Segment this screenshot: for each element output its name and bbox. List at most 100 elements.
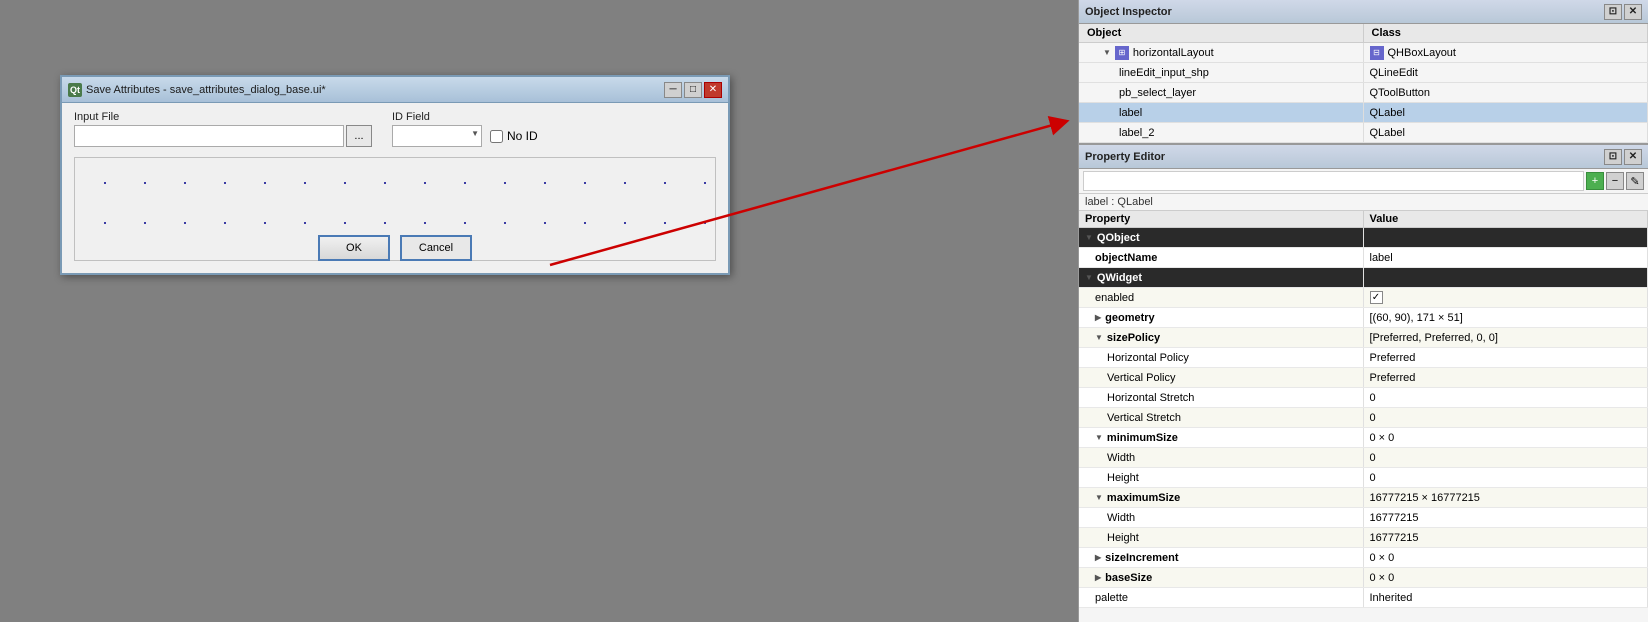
prop-row-maxwidth: Width 16777215 (1079, 508, 1648, 528)
inspector-class-cell: ⊟ QHBoxLayout (1364, 43, 1648, 62)
prop-enabled-value[interactable]: ✓ (1364, 288, 1648, 307)
prop-row-geometry: ▶ geometry [(60, 90), 171 × 51] (1079, 308, 1648, 328)
inspector-row-label[interactable]: label QLabel (1079, 103, 1648, 123)
prop-row-sizepolicy: ▼ sizePolicy [Preferred, Preferred, 0, 0… (1079, 328, 1648, 348)
layout-icon: ⊞ (1115, 46, 1129, 60)
property-editor-float-button[interactable]: ⊡ (1604, 149, 1622, 165)
dialog-body: Input File ... ID Field No ID (62, 103, 728, 273)
prop-palette-value[interactable]: Inherited (1364, 588, 1648, 607)
prop-vstretch-value[interactable]: 0 (1364, 408, 1648, 427)
ok-button[interactable]: OK (318, 235, 390, 261)
property-editor-close-button[interactable]: ✕ (1624, 149, 1642, 165)
enabled-checkbox[interactable]: ✓ (1370, 291, 1383, 304)
property-editor-title: Property Editor (1085, 151, 1165, 163)
pb-class: QToolButton (1370, 87, 1431, 99)
object-inspector-titlebar: Object Inspector ⊡ ✕ (1079, 0, 1648, 24)
inspector-header: Object Class (1079, 24, 1648, 43)
inspector-close-button[interactable]: ✕ (1624, 4, 1642, 20)
dialog-titlebar: Qt Save Attributes - save_attributes_dia… (62, 77, 728, 103)
prop-row-minwidth: Width 0 (1079, 448, 1648, 468)
input-file-field[interactable] (74, 125, 344, 147)
prop-hstretch-value[interactable]: 0 (1364, 388, 1648, 407)
object-inspector-title: Object Inspector (1085, 6, 1172, 18)
property-filter-input[interactable] (1083, 171, 1584, 191)
maxsize-expand[interactable]: ▼ (1095, 493, 1103, 502)
prop-row-hstretch: Horizontal Stretch 0 (1079, 388, 1648, 408)
right-panel: Object Inspector ⊡ ✕ Object Class ▼ ⊞ ho… (1078, 0, 1648, 622)
input-file-label: Input File (74, 111, 372, 123)
prop-maxsize-value[interactable]: 16777215 × 16777215 (1364, 488, 1648, 507)
prop-sizepolicy-value[interactable]: [Preferred, Preferred, 0, 0] (1364, 328, 1648, 347)
inspector-row-lineedit[interactable]: lineEdit_input_shp QLineEdit (1079, 63, 1648, 83)
dialog-restore-button[interactable]: □ (684, 82, 702, 98)
dialog-action-buttons: OK Cancel (318, 231, 472, 265)
prop-maxheight-value[interactable]: 16777215 (1364, 528, 1648, 547)
prop-geometry-value[interactable]: [(60, 90), 171 × 51] (1364, 308, 1648, 327)
section-qwidget-value (1364, 268, 1648, 287)
inspector-row-horizontal-layout[interactable]: ▼ ⊞ horizontalLayout ⊟ QHBoxLayout (1079, 43, 1648, 63)
prop-objectname-label: objectName (1079, 248, 1364, 267)
sizeincrement-expand[interactable]: ▶ (1095, 553, 1101, 562)
inspector-object-name: horizontalLayout (1133, 47, 1214, 59)
prop-row-minsize: ▼ minimumSize 0 × 0 (1079, 428, 1648, 448)
no-id-checkbox[interactable] (490, 130, 503, 143)
minsize-expand[interactable]: ▼ (1095, 433, 1103, 442)
prop-minwidth-value[interactable]: 0 (1364, 448, 1648, 467)
geometry-expand[interactable]: ▶ (1095, 313, 1101, 322)
section-qobject: ▼ QObject (1079, 228, 1648, 248)
prop-minsize-value[interactable]: 0 × 0 (1364, 428, 1648, 447)
remove-property-button[interactable]: − (1606, 172, 1624, 190)
property-editor: Property Editor ⊡ ✕ + − ✎ label : QLabel… (1079, 145, 1648, 622)
expand-icon[interactable]: ▼ (1103, 48, 1111, 57)
property-filter-row: + − ✎ (1079, 169, 1648, 194)
property-col-property: Property (1079, 211, 1364, 227)
property-rows: ▼ QObject objectName label ▼ QWidget ena… (1079, 228, 1648, 622)
qt-logo-icon: Qt (68, 83, 82, 97)
label-class: QLabel (1370, 107, 1405, 119)
id-field-group: ID Field No ID (392, 111, 538, 147)
inspector-float-button[interactable]: ⊡ (1604, 4, 1622, 20)
property-object-label: label : QLabel (1079, 194, 1648, 211)
inspector-row-label2[interactable]: label_2 QLabel (1079, 123, 1648, 143)
property-editor-controls: ⊡ ✕ (1604, 149, 1642, 165)
prop-basesize-value[interactable]: 0 × 0 (1364, 568, 1648, 587)
lineedit-name: lineEdit_input_shp (1119, 67, 1209, 79)
basesize-expand[interactable]: ▶ (1095, 573, 1101, 582)
dialog-top-row: Input File ... ID Field No ID (74, 111, 716, 147)
edit-property-button[interactable]: ✎ (1626, 172, 1644, 190)
no-id-checkbox-row: No ID (490, 129, 538, 143)
property-table-header: Property Value (1079, 211, 1648, 228)
prop-sizeincrement-value[interactable]: 0 × 0 (1364, 548, 1648, 567)
prop-row-maxheight: Height 16777215 (1079, 528, 1648, 548)
input-file-row: ... (74, 125, 372, 147)
add-property-button[interactable]: + (1586, 172, 1604, 190)
prop-row-minheight: Height 0 (1079, 468, 1648, 488)
prop-vstretch-label: Vertical Stretch (1079, 408, 1364, 427)
object-inspector: Object Inspector ⊡ ✕ Object Class ▼ ⊞ ho… (1079, 0, 1648, 145)
sizepolicy-expand[interactable]: ▼ (1095, 333, 1103, 342)
prop-vpolicy-label: Vertical Policy (1079, 368, 1364, 387)
cancel-button[interactable]: Cancel (400, 235, 472, 261)
prop-row-sizeincrement: ▶ sizeIncrement 0 × 0 (1079, 548, 1648, 568)
inspector-row-pb-select[interactable]: pb_select_layer QToolButton (1079, 83, 1648, 103)
section-qobject-expand[interactable]: ▼ (1085, 233, 1093, 242)
prop-objectname-value[interactable]: label (1364, 248, 1648, 267)
browse-button[interactable]: ... (346, 125, 372, 147)
prop-enabled-label: enabled (1079, 288, 1364, 307)
prop-minheight-value[interactable]: 0 (1364, 468, 1648, 487)
label2-class: QLabel (1370, 127, 1405, 139)
object-inspector-controls: ⊡ ✕ (1604, 4, 1642, 20)
section-qwidget-expand[interactable]: ▼ (1085, 273, 1093, 282)
prop-sizeincrement-label: ▶ sizeIncrement (1079, 548, 1364, 567)
label-name: label (1119, 107, 1142, 119)
prop-hpolicy-value[interactable]: Preferred (1364, 348, 1648, 367)
prop-vpolicy-value[interactable]: Preferred (1364, 368, 1648, 387)
id-field-row: No ID (392, 125, 538, 147)
dialog-minimize-button[interactable]: ─ (664, 82, 682, 98)
prop-row-objectname: objectName label (1079, 248, 1648, 268)
prop-maxwidth-value[interactable]: 16777215 (1364, 508, 1648, 527)
id-field-combo[interactable] (392, 125, 482, 147)
class-icon: ⊟ (1370, 46, 1384, 60)
label2-name: label_2 (1119, 127, 1154, 139)
dialog-close-button[interactable]: ✕ (704, 82, 722, 98)
